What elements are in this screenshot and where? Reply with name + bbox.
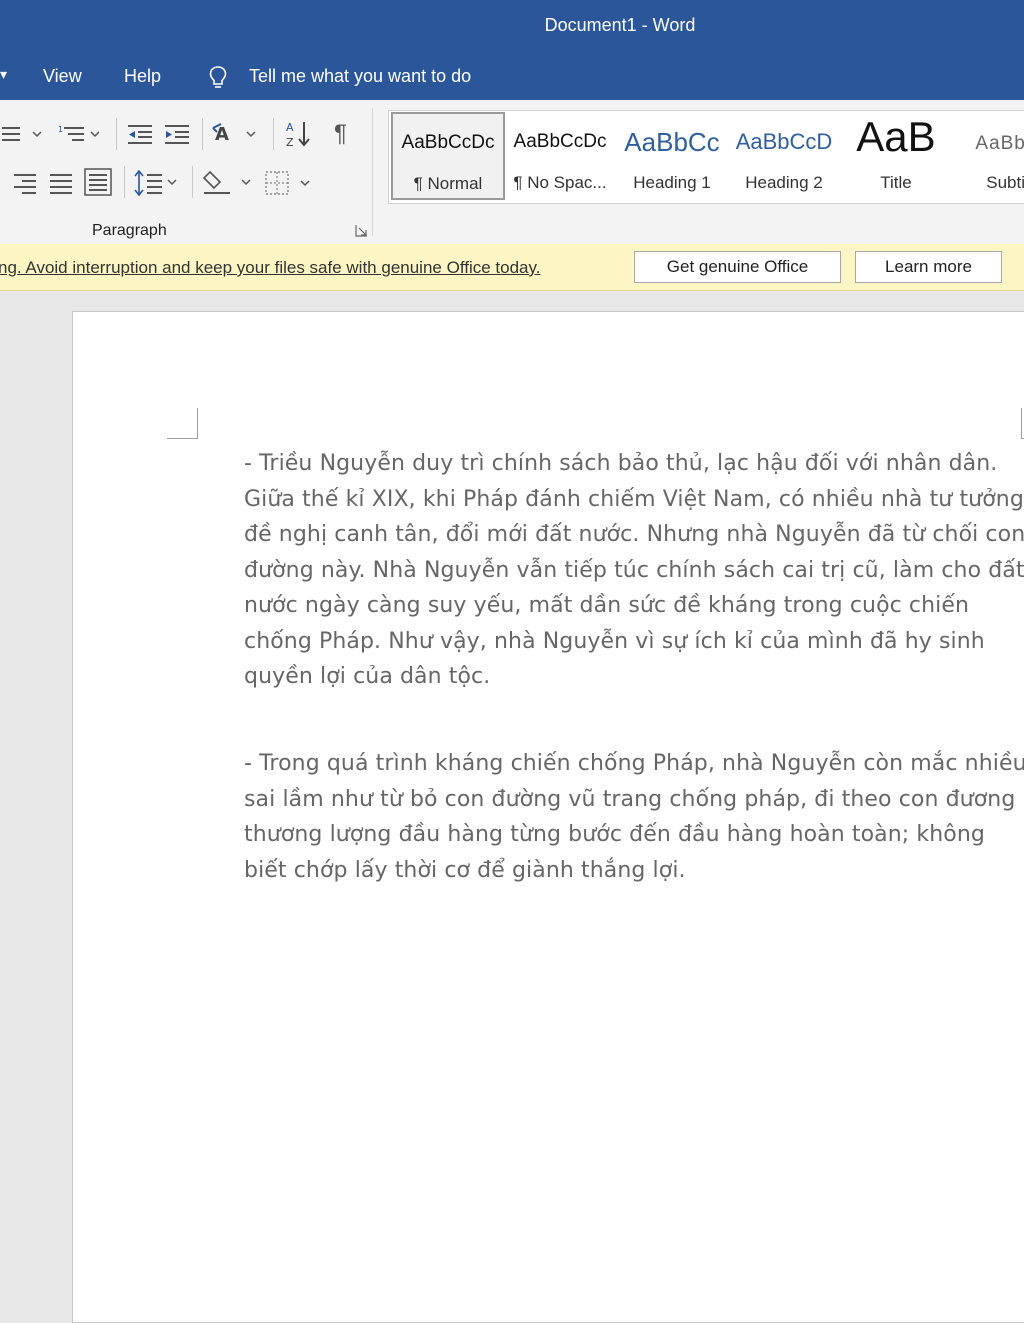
ribbon-separator — [192, 166, 193, 198]
tab-view[interactable]: View — [43, 66, 82, 87]
styles-gallery: AaBbCcDc ¶ Normal AaBbCcDc ¶ No Spac... … — [388, 110, 1024, 204]
style-name: Subtit — [986, 173, 1024, 192]
style-preview: AaBbC — [975, 133, 1024, 154]
learn-more-button[interactable]: Learn more — [855, 251, 1002, 283]
style-preview: AaBbCc — [624, 127, 720, 157]
style-title[interactable]: AaB Title — [841, 113, 951, 199]
document-canvas: - Triều Nguyễn duy trì chính sách bảo th… — [0, 291, 1024, 1323]
body-paragraph[interactable]: - Trong quá trình kháng chiến chống Pháp… — [244, 746, 1024, 888]
justify-icon[interactable] — [48, 172, 76, 194]
title-bar: Document1 - Word — [0, 0, 1024, 52]
window-title: Document1 - Word — [544, 15, 696, 35]
style-preview: AaBbCcD — [735, 129, 833, 154]
genuine-office-notice: ng. Avoid interruption and keep your fil… — [0, 244, 1024, 291]
menu-bar: ▾ View Help Tell me what you want to do — [0, 52, 1024, 100]
svg-text:A: A — [286, 121, 294, 134]
pilcrow-icon[interactable]: ¶ — [334, 120, 347, 148]
ribbon-separator — [116, 118, 117, 150]
tab-help[interactable]: Help — [124, 66, 161, 87]
text-direction-icon[interactable]: A — [211, 120, 259, 148]
ribbon-separator — [202, 118, 203, 150]
style-name: Heading 1 — [633, 173, 711, 192]
ribbon: 1 A A Z ¶ Paragraph AaBbCcDc ¶ Normal Aa… — [0, 100, 1024, 245]
bullets-icon[interactable] — [0, 122, 44, 146]
tell-me-search[interactable]: Tell me what you want to do — [249, 66, 471, 87]
distributed-icon[interactable] — [84, 168, 112, 196]
document-page[interactable]: - Triều Nguyễn duy trì chính sách bảo th… — [72, 311, 1024, 1323]
svg-text:Z: Z — [286, 136, 294, 149]
style-preview: AaBbCcDc — [513, 131, 607, 152]
get-genuine-office-button[interactable]: Get genuine Office — [634, 251, 841, 283]
body-paragraph[interactable]: - Triều Nguyễn duy trì chính sách bảo th… — [244, 446, 1024, 695]
multilevel-list-icon[interactable]: 1 — [56, 122, 102, 146]
group-separator — [372, 108, 373, 236]
dialog-launcher-icon[interactable] — [355, 224, 368, 237]
margin-corner-mark — [167, 408, 198, 439]
shading-icon[interactable] — [202, 168, 254, 196]
line-spacing-icon[interactable] — [134, 170, 182, 196]
sort-icon[interactable]: A Z — [284, 118, 312, 150]
lightbulb-icon[interactable] — [206, 64, 230, 92]
chevron-down-icon[interactable]: ▾ — [0, 66, 7, 83]
svg-text:A: A — [215, 124, 229, 145]
align-right-icon[interactable] — [10, 172, 38, 194]
style-subtitle[interactable]: AaBbC Subtit — [953, 113, 1024, 199]
ribbon-separator — [124, 166, 125, 198]
style-preview: AaBbCcDc — [401, 132, 495, 153]
style-no-spacing[interactable]: AaBbCcDc ¶ No Spac... — [505, 113, 615, 199]
paragraph-group-label: Paragraph — [92, 222, 167, 239]
notice-message[interactable]: ng. Avoid interruption and keep your fil… — [0, 258, 540, 278]
svg-text:1: 1 — [58, 125, 63, 134]
style-name: ¶ No Spac... — [513, 173, 607, 192]
ribbon-separator — [273, 118, 274, 150]
style-heading-1[interactable]: AaBbCc Heading 1 — [617, 113, 727, 199]
borders-icon[interactable] — [264, 170, 314, 196]
style-name: Title — [880, 173, 912, 192]
style-heading-2[interactable]: AaBbCcD Heading 2 — [729, 113, 839, 199]
increase-indent-icon[interactable] — [163, 122, 191, 146]
style-name: ¶ Normal — [413, 174, 483, 193]
style-name: Heading 2 — [745, 173, 823, 192]
decrease-indent-icon[interactable] — [126, 122, 154, 146]
style-preview: AaB — [856, 113, 936, 160]
style-normal[interactable]: AaBbCcDc ¶ Normal — [391, 112, 505, 200]
